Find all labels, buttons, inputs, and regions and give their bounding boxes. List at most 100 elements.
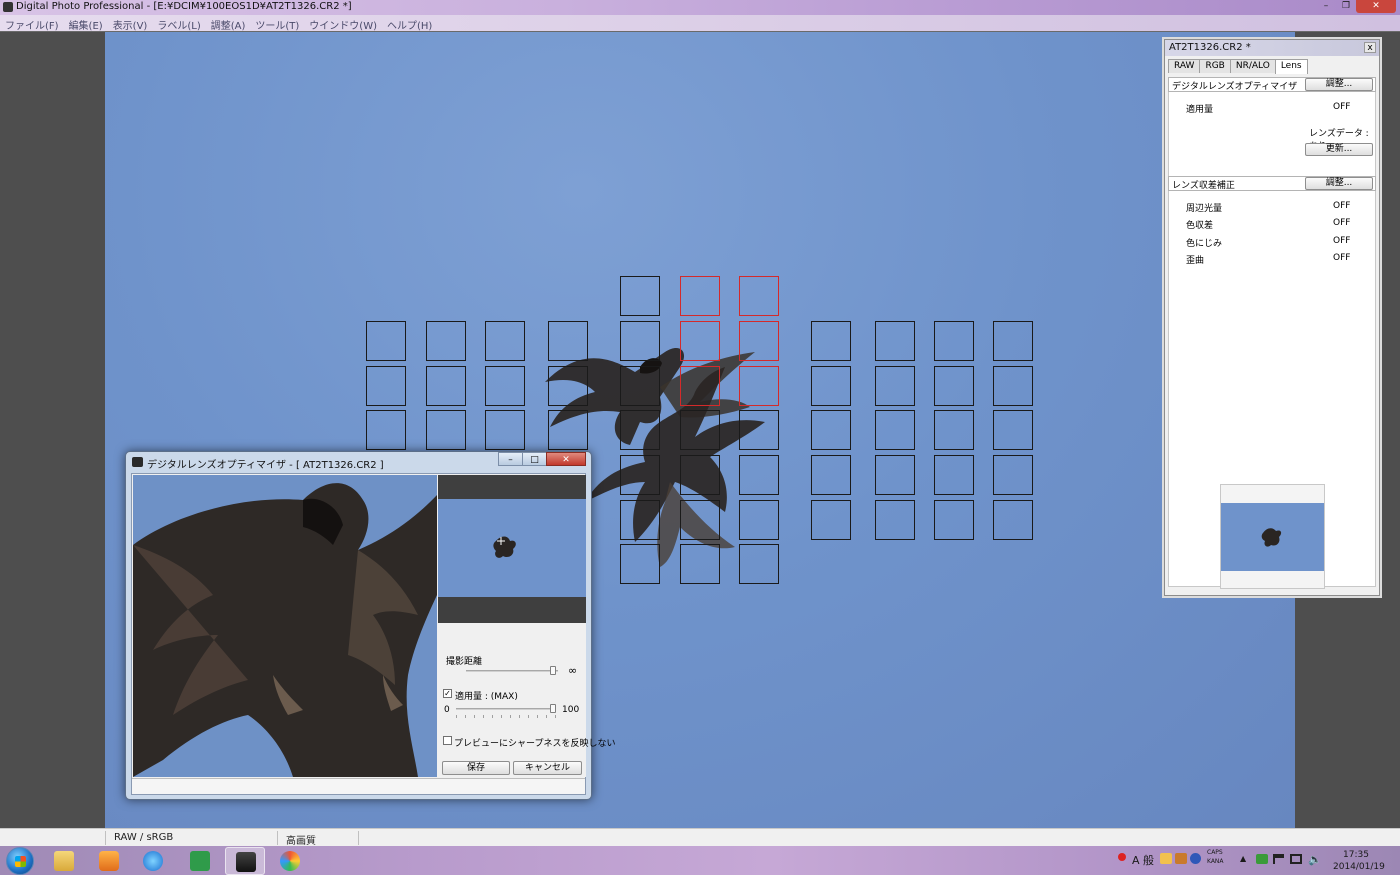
dlo-adjust-button[interactable]: 調整... xyxy=(1305,78,1373,91)
af-point xyxy=(426,366,466,406)
amount-checkbox-label: 適用量 : (MAX) xyxy=(455,692,518,702)
menu-window[interactable]: ウインドウ(W) xyxy=(304,15,382,32)
aberration-section-header: レンズ収差補正 調整... xyxy=(1168,176,1376,191)
dlo-minimize-button[interactable]: – xyxy=(498,452,523,466)
menu-tools[interactable]: ツール(T) xyxy=(250,15,304,32)
af-point xyxy=(993,500,1033,540)
dpp-app-icon xyxy=(236,852,256,872)
dlo-app-icon xyxy=(132,457,143,467)
af-point xyxy=(620,455,660,495)
af-point xyxy=(620,500,660,540)
tool-palette: AT2T1326.CR2 * x RAW RGB NR/ALO Lens デジタ… xyxy=(1164,39,1380,596)
af-point xyxy=(811,410,851,450)
menu-edit[interactable]: 編集(E) xyxy=(64,15,108,32)
af-point xyxy=(739,455,779,495)
af-point xyxy=(875,455,915,495)
clock-time[interactable]: 17:35 xyxy=(1343,850,1369,860)
taskbar-explorer[interactable] xyxy=(44,847,84,875)
dlo-zoom-preview[interactable] xyxy=(133,475,437,777)
menu-adjust[interactable]: 調整(A) xyxy=(206,15,251,32)
af-point xyxy=(934,455,974,495)
start-button[interactable] xyxy=(6,847,34,875)
af-point xyxy=(739,366,779,406)
navigator-thumbnail[interactable] xyxy=(1220,484,1325,589)
close-button[interactable]: ✕ xyxy=(1356,0,1396,13)
af-point xyxy=(875,366,915,406)
status-separator xyxy=(277,831,278,845)
menu-label[interactable]: ラベル(L) xyxy=(152,15,205,32)
taskbar-media-player[interactable] xyxy=(89,847,129,875)
af-point xyxy=(934,500,974,540)
ime-indicator[interactable]: A 般 xyxy=(1132,852,1154,868)
dlo-settings-pane: 撮影距離 ∞ ✓ 適用量 : (MAX) 0 100 プレビューにシャープネスを… xyxy=(438,475,615,777)
aberration-section-label: レンズ収差補正 xyxy=(1172,181,1235,191)
dlo-close-button[interactable]: ✕ xyxy=(546,452,586,466)
save-button[interactable]: 保存 xyxy=(442,761,510,775)
notification-icon[interactable] xyxy=(1118,853,1126,861)
network-icon[interactable] xyxy=(1290,854,1302,864)
ime-dictionary-icon[interactable] xyxy=(1175,853,1187,864)
dlo-maximize-button[interactable]: □ xyxy=(522,452,547,466)
taskbar-dpp[interactable] xyxy=(225,847,265,875)
af-point xyxy=(620,276,660,316)
tab-nr-alo[interactable]: NR/ALO xyxy=(1229,59,1276,73)
aberration-adjust-button[interactable]: 調整... xyxy=(1305,177,1373,190)
taskbar-hao123[interactable] xyxy=(180,847,220,875)
minimize-button[interactable]: – xyxy=(1316,0,1336,13)
palette-close-button[interactable]: x xyxy=(1364,42,1376,53)
taskbar-paint[interactable] xyxy=(270,847,310,875)
dlo-title: デジタルレンズオプティマイザ - [ AT2T1326.CR2 ] xyxy=(147,460,384,471)
distance-slider-track[interactable] xyxy=(466,670,558,672)
af-point xyxy=(366,321,406,361)
dlo-thumbnail[interactable] xyxy=(438,475,586,623)
amount-checkbox[interactable]: ✓ xyxy=(443,689,452,698)
cancel-button[interactable]: キャンセル xyxy=(513,761,582,775)
menu-help[interactable]: ヘルプ(H) xyxy=(382,15,437,32)
af-point xyxy=(620,544,660,584)
sharpness-checkbox[interactable] xyxy=(443,736,452,745)
menu-bar: ファイル(F) 編集(E) 表示(V) ラベル(L) 調整(A) ツール(T) … xyxy=(0,15,1400,32)
clock-date[interactable]: 2014/01/19 xyxy=(1333,862,1385,872)
internet-explorer-icon xyxy=(143,851,163,871)
status-color-space: RAW / sRGB xyxy=(114,832,174,843)
aberration-value: OFF xyxy=(1333,201,1351,211)
amount-max-label: 100 xyxy=(562,705,580,715)
ime-tool-icon[interactable] xyxy=(1160,853,1172,864)
menu-file[interactable]: ファイル(F) xyxy=(0,15,64,32)
menu-view[interactable]: 表示(V) xyxy=(108,15,153,32)
af-point xyxy=(548,366,588,406)
aberration-label: 色収差 xyxy=(1186,221,1214,231)
show-hidden-icons[interactable]: ▲ xyxy=(1240,854,1246,863)
help-icon[interactable] xyxy=(1190,853,1201,864)
taskbar: A 般 CAPS KANA ▲ 🔈 17:35 2014/01/19 xyxy=(0,846,1400,875)
volume-icon[interactable]: 🔈 xyxy=(1308,853,1322,866)
aberration-label: 色にじみ xyxy=(1186,239,1223,249)
dlo-amount-label: 適用量 xyxy=(1186,105,1214,115)
dlo-section-header: デジタルレンズオプティマイザ 調整... xyxy=(1168,77,1376,92)
restore-button[interactable]: ❐ xyxy=(1336,0,1356,13)
sharpness-checkbox-label: プレビューにシャープネスを反映しない xyxy=(454,739,616,749)
amount-slider-track[interactable] xyxy=(456,708,556,710)
tab-lens[interactable]: Lens xyxy=(1274,59,1308,74)
af-point xyxy=(739,321,779,361)
af-point xyxy=(993,455,1033,495)
aberration-value: OFF xyxy=(1333,218,1351,228)
dlo-amount-value: OFF xyxy=(1333,102,1351,112)
aberration-value: OFF xyxy=(1333,253,1351,263)
nvidia-icon[interactable] xyxy=(1256,854,1268,864)
tab-raw[interactable]: RAW xyxy=(1168,59,1201,73)
af-point xyxy=(366,366,406,406)
tab-rgb[interactable]: RGB xyxy=(1199,59,1231,73)
taskbar-ie[interactable] xyxy=(133,847,173,875)
dlo-update-button[interactable]: 更新... xyxy=(1305,143,1373,156)
af-point xyxy=(680,410,720,450)
distance-slider-knob[interactable] xyxy=(550,666,556,675)
flag-icon[interactable] xyxy=(1273,854,1284,864)
title-bar: Digital Photo Professional - [E:¥DCIM¥10… xyxy=(0,0,1400,15)
af-point xyxy=(680,321,720,361)
amount-slider-knob[interactable] xyxy=(550,704,556,713)
af-point xyxy=(811,500,851,540)
app-icon xyxy=(3,2,13,12)
media-player-icon xyxy=(99,851,119,871)
aberration-label: 周辺光量 xyxy=(1186,204,1223,214)
